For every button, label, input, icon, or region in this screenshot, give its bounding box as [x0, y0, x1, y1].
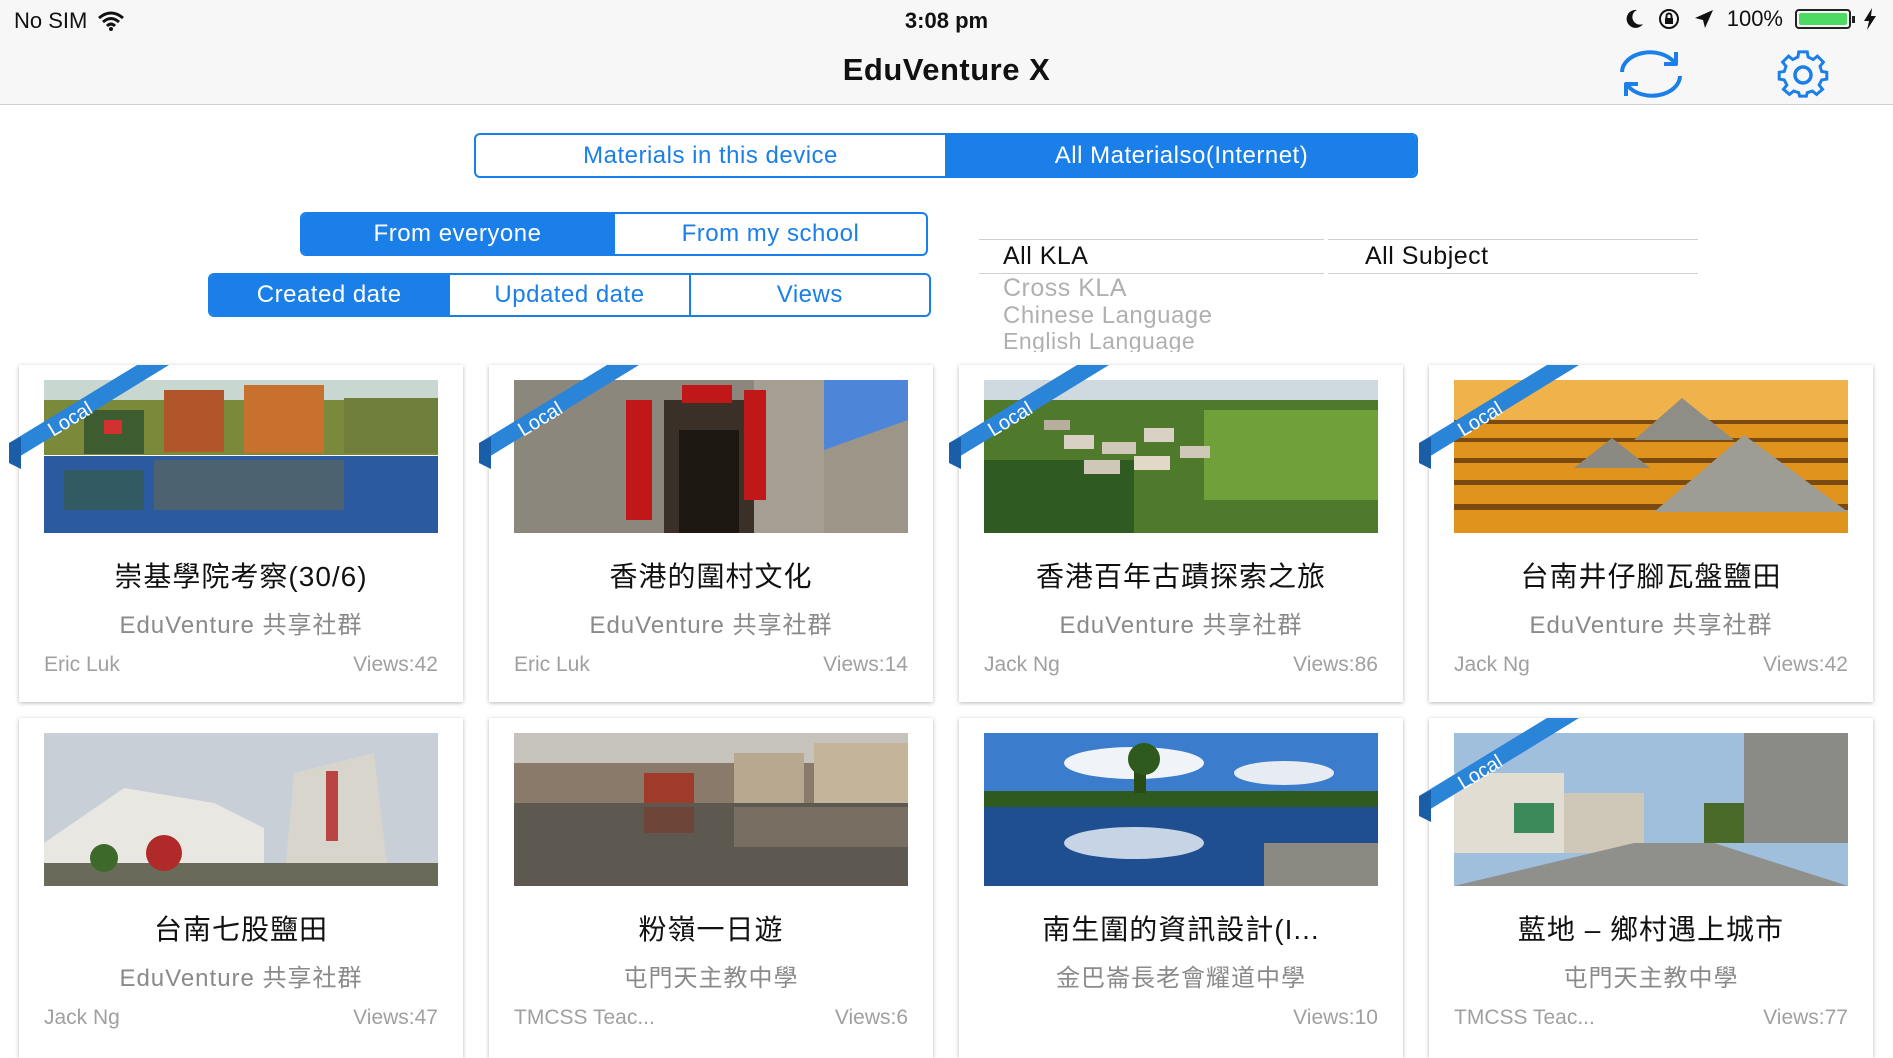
material-card[interactable]: 香港百年古蹟探索之旅 EduVenture 共享社群 Jack Ng Views:86… [949, 365, 1403, 702]
subject-option[interactable]: All Subject [1365, 242, 1489, 271]
material-card[interactable]: 南生圍的資訊設計(I... 金巴崙長老會耀道中學 Views:10 [959, 718, 1403, 1058]
battery-fill [1799, 13, 1847, 25]
materials-device-tab[interactable]: Materials in this device [476, 135, 947, 176]
material-title: 香港百年古蹟探索之旅 [1035, 561, 1326, 592]
material-title: 台南井仔腳瓦盤鹽田 [1520, 561, 1782, 592]
refresh-icon [1620, 50, 1682, 98]
moon-icon [1626, 9, 1643, 28]
material-views: Views:77 [1763, 1006, 1848, 1029]
gear-icon [1777, 50, 1829, 98]
kla-picker[interactable]: All KLA Cross KLA Chinese Language Engli… [979, 236, 1324, 356]
material-author: TMCSS Teac... [1454, 1006, 1595, 1029]
from-my-school-tab[interactable]: From my school [615, 214, 926, 254]
material-views: Views:42 [1763, 653, 1848, 676]
status-time: 3:08 pm [904, 8, 989, 33]
source-segmented-control: Materials in this device All Materialso(… [474, 133, 1418, 178]
material-thumbnail [514, 733, 908, 886]
material-group: EduVenture 共享社群 [589, 612, 833, 639]
navigation-bar: EduVenture X [0, 42, 1893, 105]
settings-button[interactable] [1760, 44, 1846, 104]
material-author: Eric Luk [44, 653, 120, 676]
refresh-button[interactable] [1608, 44, 1694, 104]
materials-internet-tab[interactable]: All Materialso(Internet) [947, 135, 1416, 176]
kla-option[interactable]: All KLA [1003, 242, 1088, 271]
material-thumbnail [984, 380, 1378, 533]
material-title: 南生圍的資訊設計(I... [1042, 914, 1320, 945]
material-views: Views:10 [1293, 1006, 1378, 1029]
material-thumbnail [984, 733, 1378, 886]
material-author: Jack Ng [1454, 653, 1530, 676]
sort-segmented-control: Created date Updated date Views [208, 273, 931, 317]
material-views: Views:47 [353, 1006, 438, 1029]
location-arrow-icon [1694, 10, 1713, 28]
battery-percent: 100% [1726, 6, 1783, 31]
material-group: 屯門天主教中學 [623, 965, 799, 992]
battery-icon [1795, 9, 1855, 29]
material-title: 香港的圍村文化 [609, 561, 813, 592]
material-title: 崇基學院考察(30/6) [114, 561, 368, 592]
status-right: 100% [1623, 6, 1877, 32]
material-author: TMCSS Teac... [514, 1006, 655, 1029]
material-card[interactable]: 台南七股鹽田 EduVenture 共享社群 Jack Ng Views:47 [19, 718, 463, 1058]
material-card[interactable]: 粉嶺一日遊屯門天主教中學 TMCSS Teac... Views:6 [489, 718, 933, 1058]
material-thumbnail [1454, 733, 1848, 886]
material-group: EduVenture 共享社群 [1529, 612, 1773, 639]
material-views: Views:6 [834, 1006, 908, 1029]
material-group: EduVenture 共享社群 [1059, 612, 1303, 639]
material-thumbnail [1454, 380, 1848, 533]
sort-created-date-tab[interactable]: Created date [210, 275, 451, 315]
sort-updated-date-tab[interactable]: Updated date [450, 275, 691, 315]
material-title: 藍地 – 鄉村遇上城市 [1517, 914, 1785, 945]
kla-option[interactable]: English Language [1003, 328, 1195, 352]
material-group: EduVenture 共享社群 [119, 965, 363, 992]
sort-views-tab[interactable]: Views [691, 275, 929, 315]
from-everyone-tab[interactable]: From everyone [302, 214, 615, 254]
charging-bolt-icon [1864, 8, 1876, 30]
material-group: EduVenture 共享社群 [119, 612, 363, 639]
status-bar: No SIM 3:08 pm 100% [0, 0, 1893, 42]
material-author: Jack Ng [44, 1006, 120, 1029]
material-group: 屯門天主教中學 [1563, 965, 1739, 992]
material-card[interactable]: 崇基學院考察(30/6) EduVenture 共享社群 Eric Luk Views… [9, 365, 463, 702]
material-card[interactable]: 台南井仔腳瓦盤鹽田 EduVenture 共享社群 Jack Ng Views:42 L… [1419, 365, 1873, 702]
material-thumbnail [44, 733, 438, 886]
material-title: 台南七股鹽田 [153, 914, 328, 945]
rotation-lock-icon [1658, 9, 1679, 29]
material-views: Views:14 [823, 653, 908, 676]
material-thumbnail [44, 380, 438, 533]
material-views: Views:42 [353, 653, 438, 676]
subject-picker[interactable]: All Subject [1328, 236, 1698, 282]
material-author: Eric Luk [514, 653, 590, 676]
material-card[interactable]: 香港的圍村文化 EduVenture 共享社群 Eric Luk Views:14 Lo… [479, 365, 933, 702]
material-title: 粉嶺一日遊 [638, 914, 784, 945]
material-thumbnail [514, 380, 908, 533]
material-author: Jack Ng [984, 653, 1060, 676]
kla-option[interactable]: Chinese Language [1003, 302, 1213, 330]
scope-segmented-control: From everyone From my school [300, 212, 928, 256]
kla-option[interactable]: Cross KLA [1003, 274, 1127, 303]
material-group: 金巴崙長老會耀道中學 [1056, 965, 1306, 992]
material-views: Views:86 [1293, 653, 1378, 676]
material-card[interactable]: 藍地 – 鄉村遇上城市 屯門天主教中學 TMCSS Teac... Views:77 L… [1419, 718, 1873, 1058]
